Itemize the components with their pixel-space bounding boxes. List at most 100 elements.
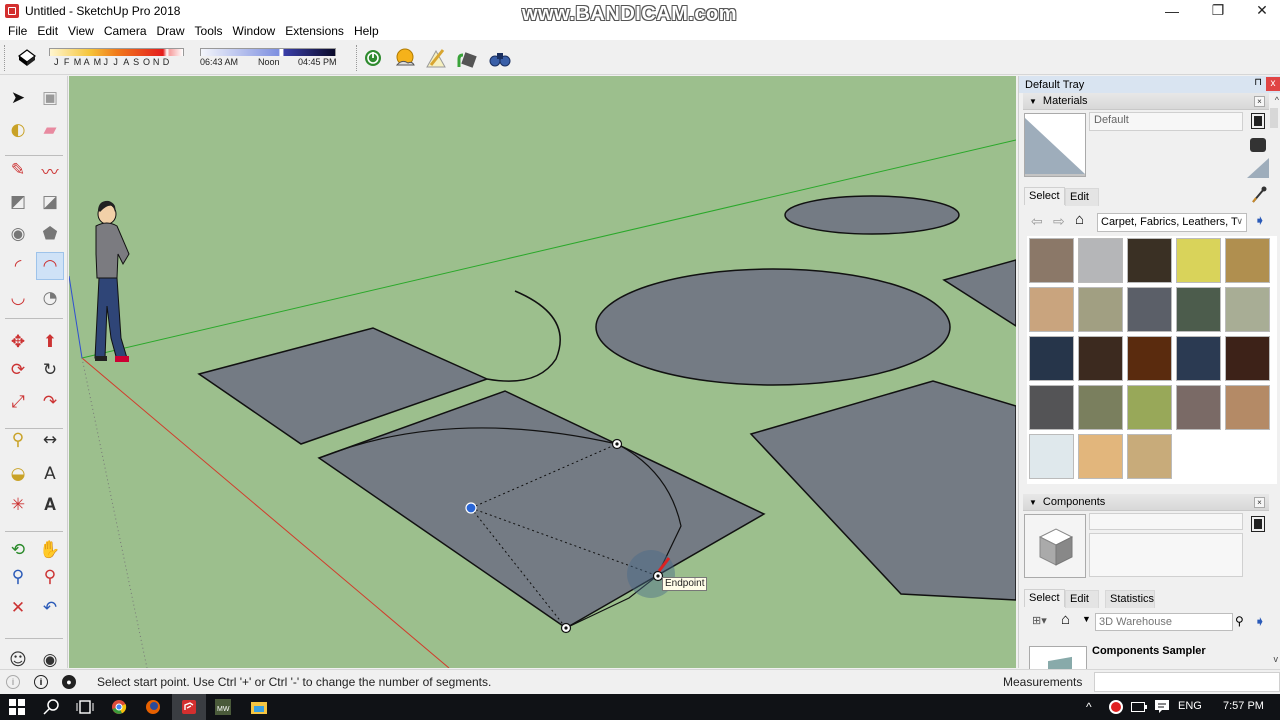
ellipse-face-small[interactable] [784, 195, 960, 235]
tool-scale[interactable]: ⤢ [4, 388, 32, 416]
menu-edit[interactable]: Edit [32, 24, 63, 38]
material-swatch-carpet-diamond-dark[interactable] [1127, 238, 1172, 283]
working-rectangle-face[interactable] [317, 390, 766, 629]
materials-panel-header[interactable]: ▼ Materials × [1023, 93, 1269, 110]
components-sampler-label[interactable]: Components Sampler [1092, 645, 1206, 657]
forward-arrow-icon[interactable]: ⇨ [1053, 213, 1065, 230]
material-swatch-pattern-white-knot[interactable] [1029, 434, 1074, 479]
paint-bucket-export-icon[interactable] [455, 46, 479, 70]
component-description-field[interactable] [1089, 533, 1243, 577]
binoculars-icon[interactable] [488, 46, 512, 70]
material-swatch-fabric-sage-light[interactable] [1225, 287, 1270, 332]
toolbar-grip[interactable] [356, 45, 359, 71]
materials-tab-edit[interactable]: Edit [1065, 188, 1099, 206]
components-close-button[interactable]: × [1254, 497, 1265, 508]
credits-icon[interactable]: i [34, 675, 48, 689]
tool-push-pull[interactable]: ⬆ [36, 328, 64, 356]
tool-move[interactable]: ✥ [4, 328, 32, 356]
material-swatch-fabric-navy[interactable] [1029, 336, 1074, 381]
material-swatch-carpet-cross-pattern[interactable] [1029, 287, 1074, 332]
tool-pie[interactable]: ◔ [36, 284, 64, 312]
menu-extensions[interactable]: Extensions [280, 24, 349, 38]
close-button[interactable]: ✕ [1240, 0, 1280, 21]
material-swatch-fabric-striped[interactable] [1225, 385, 1270, 430]
scroll-down-arrow[interactable]: v [1274, 654, 1279, 664]
input-language[interactable]: ENG [1178, 700, 1202, 712]
record-icon[interactable] [1108, 699, 1124, 715]
sample-paint-swatch-icon[interactable] [1247, 158, 1269, 178]
display-secondary-browser-icon[interactable] [1250, 138, 1266, 152]
components-panel-header[interactable]: ▼ Components × [1023, 494, 1269, 511]
month-slider[interactable] [49, 48, 184, 56]
shadow-toggle-icon[interactable] [16, 48, 38, 68]
tool-previous-view[interactable]: ↶ [36, 594, 64, 622]
material-swatch-fabric-olive[interactable] [1078, 385, 1123, 430]
scroll-up-arrow[interactable]: ^ [1275, 95, 1279, 105]
tool-paint-bucket[interactable]: ◐ [4, 116, 32, 144]
minimize-button[interactable]: — [1150, 0, 1194, 21]
tool-rotate[interactable]: ⟳ [4, 356, 32, 384]
materials-tab-select[interactable]: Select [1024, 187, 1065, 205]
search-icon[interactable]: ⚲ [1235, 614, 1244, 628]
tool-pan[interactable]: ✋ [36, 536, 64, 564]
chrome-taskbar-button[interactable] [102, 694, 136, 720]
create-material-icon[interactable] [1251, 113, 1265, 129]
sandbox-pencil-icon[interactable] [424, 46, 448, 70]
material-swatch-fabric-green-floral[interactable] [1127, 385, 1172, 430]
tool-follow-me[interactable]: ↻ [36, 356, 64, 384]
tray-scrollbar-thumb[interactable] [1270, 108, 1278, 128]
create-component-icon[interactable] [1251, 516, 1265, 532]
tool-select[interactable]: ➤ [4, 84, 32, 112]
tool-polygon[interactable]: ⬟ [36, 220, 64, 248]
components-tab-select[interactable]: Select [1024, 589, 1065, 607]
back-arrow-icon[interactable]: ⇦ [1031, 213, 1043, 230]
menu-camera[interactable]: Camera [99, 24, 152, 38]
arc-edge[interactable] [486, 290, 561, 382]
search-button[interactable] [34, 694, 68, 720]
measurements-input[interactable] [1094, 672, 1280, 692]
menu-draw[interactable]: Draw [152, 24, 190, 38]
tool-two-point-arc[interactable]: ◠ [36, 252, 64, 280]
tool-eraser[interactable]: ▰ [36, 116, 64, 144]
component-search-input[interactable] [1095, 613, 1233, 631]
material-swatch-fabric-wavy-tan[interactable] [1127, 434, 1172, 479]
home-icon[interactable]: ⌂ [1075, 211, 1084, 228]
home-icon[interactable]: ⌂ [1061, 611, 1070, 628]
file-explorer-taskbar-button[interactable] [242, 694, 276, 720]
notification-icon[interactable] [1154, 699, 1170, 715]
sketchup-taskbar-button[interactable] [172, 694, 206, 720]
show-hidden-icons-button[interactable]: ^ [1086, 700, 1092, 714]
scale-figure[interactable] [94, 200, 130, 362]
tool-three-point-arc[interactable]: ◡ [4, 284, 32, 312]
menu-window[interactable]: Window [228, 24, 281, 38]
material-swatch-fabric-yellow-cross[interactable] [1176, 238, 1221, 283]
tool-text[interactable]: A [36, 460, 64, 488]
eyedropper-icon[interactable] [1251, 186, 1267, 204]
material-swatch-fabric-denim[interactable] [1176, 336, 1221, 381]
tool-freehand[interactable]: 〰 [36, 156, 64, 184]
tool-circle[interactable]: ◉ [4, 220, 32, 248]
view-options-icon[interactable]: ⊞▾ [1032, 614, 1047, 627]
system-clock[interactable]: 7:57 PM [1223, 700, 1264, 712]
tool-3d-text[interactable]: 𝐀 [36, 491, 64, 519]
tool-offset[interactable]: ↷ [36, 388, 64, 416]
pin-icon[interactable]: ⊓ [1254, 77, 1262, 88]
material-swatch-carpet-loop-brown[interactable] [1029, 238, 1074, 283]
menu-view[interactable]: View [63, 24, 99, 38]
material-swatch-burlap-tan[interactable] [1225, 238, 1270, 283]
components-tab-edit[interactable]: Edit [1065, 590, 1099, 608]
tool-rotated-rectangle[interactable]: ◪ [36, 188, 64, 216]
task-view-button[interactable] [68, 694, 102, 720]
material-swatch-carpet-multicolor[interactable] [1176, 385, 1221, 430]
tool-zoom[interactable]: ⚲ [4, 563, 32, 591]
material-swatch-leather-dark-brown[interactable] [1078, 336, 1123, 381]
collapse-triangle-icon[interactable]: ▼ [1029, 97, 1037, 106]
model-canvas[interactable] [69, 76, 1016, 668]
menu-help[interactable]: Help [349, 24, 384, 38]
time-slider[interactable] [200, 48, 336, 56]
component-name-field[interactable] [1089, 513, 1243, 530]
material-swatch-fabric-charcoal[interactable] [1029, 385, 1074, 430]
material-swatch-carpet-tile-sage[interactable] [1078, 287, 1123, 332]
pentagon-face[interactable] [749, 380, 1016, 601]
start-button[interactable] [0, 694, 34, 720]
